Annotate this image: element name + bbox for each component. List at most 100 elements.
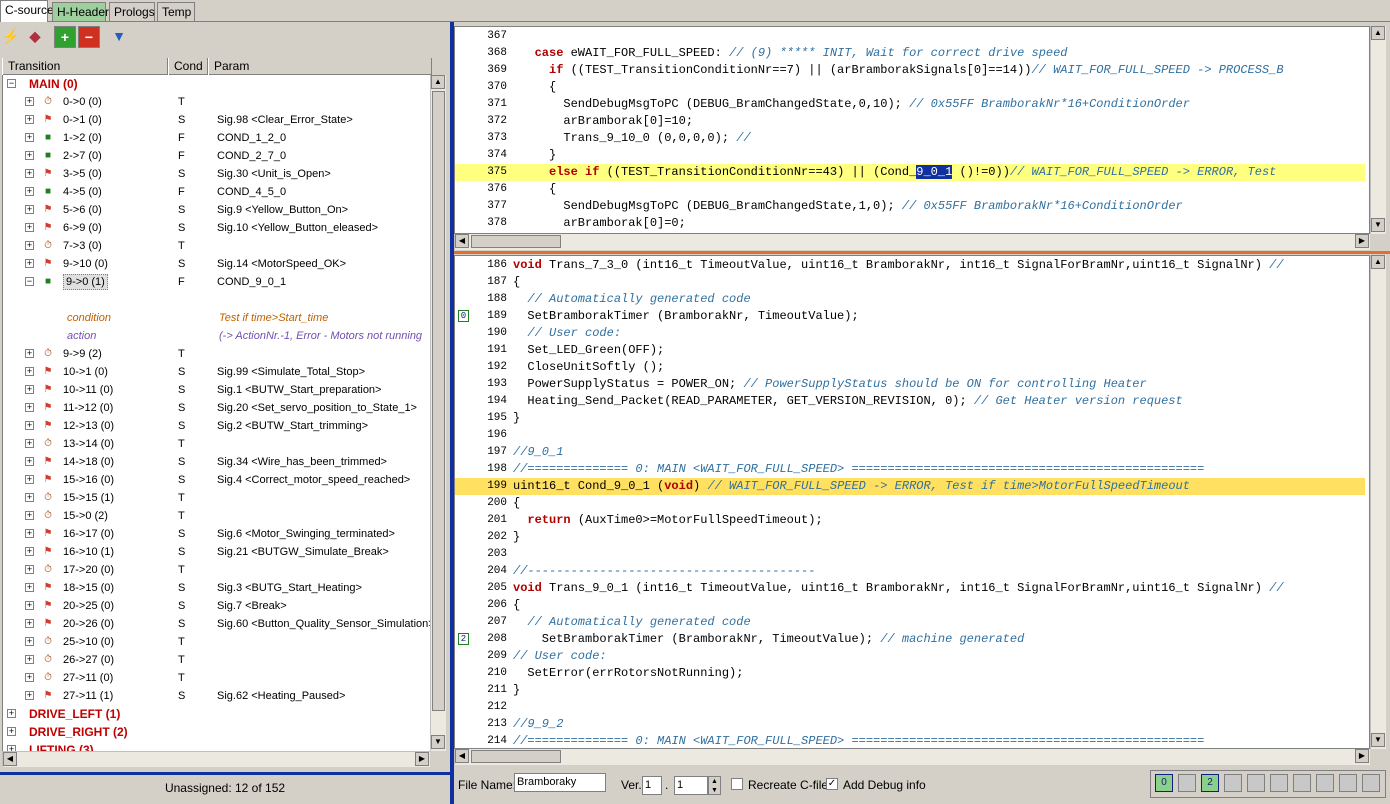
code-line[interactable]: 376 { xyxy=(455,181,1365,198)
scroll-up-icon[interactable]: ▲ xyxy=(431,75,445,89)
scroll-up-icon[interactable]: ▲ xyxy=(1371,26,1385,40)
scroll-down-icon[interactable]: ▼ xyxy=(1371,733,1385,747)
marker-button[interactable] xyxy=(1316,774,1334,792)
filter-icon[interactable]: ▼ xyxy=(108,26,130,48)
expand-toggle-icon[interactable]: + xyxy=(7,709,16,718)
expand-toggle-icon[interactable]: + xyxy=(25,511,34,520)
code-line[interactable]: 203 xyxy=(455,546,1365,563)
transition-tree[interactable]: − MAIN (0) + ⏱ 0->0 (0) T + ⚑ 0->1 (0) S Sig.98 <C… xyxy=(2,75,432,751)
scroll-right-icon[interactable]: ▶ xyxy=(1355,749,1369,763)
tree-row[interactable]: + DRIVE_LEFT (1) xyxy=(3,705,432,723)
scroll-right-icon[interactable]: ▶ xyxy=(1355,234,1369,248)
expand-toggle-icon[interactable]: + xyxy=(25,637,34,646)
scroll-down-icon[interactable]: ▼ xyxy=(431,735,445,749)
code-line[interactable]: 198 //============== 0: MAIN <WAIT_FOR_FU… xyxy=(455,461,1365,478)
horizontal-splitter[interactable] xyxy=(454,251,1390,254)
tab-h-header[interactable]: H-Header xyxy=(52,2,109,21)
code-line[interactable]: 192 CloseUnitSoftly (); xyxy=(455,359,1365,376)
code-line[interactable]: 371 SendDebugMsgToPC (DEBUG_BramChangedS… xyxy=(455,96,1365,113)
expand-toggle-icon[interactable]: + xyxy=(25,547,34,556)
expand-toggle-icon[interactable]: + xyxy=(25,421,34,430)
code-line[interactable]: 373 Trans_9_10_0 (0,0,0,0); // xyxy=(455,130,1365,147)
lightning-icon[interactable]: ⚡ xyxy=(0,26,22,48)
tree-row[interactable]: + ⚑ 5->6 (0) S Sig.9 <Yellow_Button_On> xyxy=(3,201,432,219)
expand-toggle-icon[interactable]: + xyxy=(25,493,34,502)
scroll-thumb[interactable] xyxy=(432,91,445,711)
marker-button[interactable] xyxy=(1224,774,1242,792)
scroll-left-icon[interactable]: ◀ xyxy=(455,234,469,248)
code-line[interactable]: 186 void Trans_7_3_0 (int16_t TimeoutValu… xyxy=(455,257,1365,274)
scroll-up-icon[interactable]: ▲ xyxy=(1371,255,1385,269)
tree-row[interactable]: + ⚑ 6->9 (0) S Sig.10 <Yellow_Button_eleased… xyxy=(3,219,432,237)
code-line[interactable]: 187 { xyxy=(455,274,1365,291)
code-line[interactable]: 377 SendDebugMsgToPC (DEBUG_BramChangedS… xyxy=(455,198,1365,215)
tree-row[interactable]: − ■ 9->0 (1) F COND_9_0_1 xyxy=(3,273,432,291)
tree-row[interactable]: + ⚑ 9->10 (0) S Sig.14 <MotorSpeed_OK> xyxy=(3,255,432,273)
code-line[interactable]: 370 { xyxy=(455,79,1365,96)
editor-top-horizontal-scrollbar[interactable]: ◀ ▶ xyxy=(454,234,1370,250)
expand-toggle-icon[interactable]: + xyxy=(25,439,34,448)
expand-toggle-icon[interactable]: + xyxy=(25,115,34,124)
code-line[interactable]: 188 // Automatically generated code xyxy=(455,291,1365,308)
tree-row[interactable]: + ⚑ 20->26 (0) S Sig.60 <Button_Quality_Sens… xyxy=(3,615,432,633)
expand-toggle-icon[interactable]: + xyxy=(25,259,34,268)
expand-toggle-icon[interactable]: + xyxy=(25,241,34,250)
add-icon[interactable]: + xyxy=(54,26,76,48)
code-line[interactable]: 199 uint16_t Cond_9_0_1 (void) // WAIT_FO… xyxy=(455,478,1365,495)
tree-row[interactable]: + ⏱ 26->27 (0) T xyxy=(3,651,432,669)
marker-button[interactable]: 0 xyxy=(1155,774,1173,792)
expand-toggle-icon[interactable]: + xyxy=(25,349,34,358)
version-minor-input[interactable]: 1 xyxy=(674,776,708,795)
tree-row[interactable]: + ⏱ 7->3 (0) T xyxy=(3,237,432,255)
expand-toggle-icon[interactable]: + xyxy=(25,583,34,592)
tree-row[interactable]: + ⚑ 27->11 (1) S Sig.62 <Heating_Paused> xyxy=(3,687,432,705)
file-name-input[interactable]: Bramboraky xyxy=(514,773,606,792)
expand-toggle-icon[interactable]: + xyxy=(25,619,34,628)
code-line[interactable]: 205 void Trans_9_0_1 (int16_t TimeoutValu… xyxy=(455,580,1365,597)
code-line[interactable]: 368 case eWAIT_FOR_FULL_SPEED: // (9) **… xyxy=(455,45,1365,62)
expand-toggle-icon[interactable]: + xyxy=(25,475,34,484)
tree-row[interactable]: + ⏱ 25->10 (0) T xyxy=(3,633,432,651)
code-line[interactable]: 195} xyxy=(455,410,1365,427)
code-line[interactable]: 197 //9_0_1 xyxy=(455,444,1365,461)
breakpoint-marker[interactable]: 2 xyxy=(458,633,469,645)
expand-toggle-icon[interactable]: + xyxy=(25,403,34,412)
code-line[interactable]: 213 //9_9_2 xyxy=(455,716,1365,733)
code-line[interactable]: 196 xyxy=(455,427,1365,444)
code-line[interactable]: 375 else if ((TEST_TransitionConditionNr… xyxy=(455,164,1365,181)
tree-row[interactable]: + ⏱ 15->15 (1) T xyxy=(3,489,432,507)
tree-row[interactable]: + ⚑ 16->17 (0) S Sig.6 <Motor_Swinging_termi… xyxy=(3,525,432,543)
expand-toggle-icon[interactable]: + xyxy=(25,601,34,610)
code-line[interactable]: 189 0 SetBramborakTimer (BramborakNr, Tim… xyxy=(455,308,1365,325)
tree-row[interactable]: + ⏱ 9->9 (2) T xyxy=(3,345,432,363)
marker-button[interactable] xyxy=(1362,774,1380,792)
tree-horizontal-scrollbar[interactable]: ◀ ▶ xyxy=(2,751,430,767)
expand-toggle-icon[interactable]: + xyxy=(25,133,34,142)
tab-prologs[interactable]: Prologs xyxy=(109,2,155,21)
tree-row[interactable]: + ⏱ 17->20 (0) T xyxy=(3,561,432,579)
code-line[interactable]: 201 return (AuxTime0>=MotorFullSpeedTime… xyxy=(455,512,1365,529)
expand-toggle-icon[interactable]: + xyxy=(25,151,34,160)
tree-row[interactable]: + ⚑ 0->1 (0) S Sig.98 <Clear_Error_State> xyxy=(3,111,432,129)
marker-button[interactable] xyxy=(1247,774,1265,792)
tree-row[interactable]: + ⏱ 27->11 (0) T xyxy=(3,669,432,687)
code-line[interactable]: 208 2 SetBramborakTimer (BramborakNr, Tim… xyxy=(455,631,1365,648)
expand-toggle-icon[interactable]: + xyxy=(25,205,34,214)
tree-row[interactable]: − MAIN (0) xyxy=(3,75,432,93)
expand-toggle-icon[interactable]: + xyxy=(25,367,34,376)
tree-row[interactable]: + ⚑ 3->5 (0) S Sig.30 <Unit_is_Open> xyxy=(3,165,432,183)
marker-button[interactable] xyxy=(1270,774,1288,792)
code-line[interactable]: 202} xyxy=(455,529,1365,546)
tree-row[interactable]: + ⚑ 20->25 (0) S Sig.7 <Break> xyxy=(3,597,432,615)
code-line[interactable]: 367 xyxy=(455,28,1365,45)
code-line[interactable]: 214 //============== 0: MAIN <WAIT_FOR_FU… xyxy=(455,733,1365,748)
eraser-icon[interactable]: ◆ xyxy=(24,26,46,48)
expand-toggle-icon[interactable]: + xyxy=(25,169,34,178)
expand-toggle-icon[interactable]: + xyxy=(25,565,34,574)
tab-temp[interactable]: Temp xyxy=(157,2,195,21)
code-line[interactable]: 374 } xyxy=(455,147,1365,164)
tree-row[interactable]: condition Test if time>Start_time xyxy=(3,309,432,327)
tree-row[interactable] xyxy=(3,291,432,309)
version-spinner[interactable]: ▲ ▼ xyxy=(708,776,721,795)
code-line[interactable]: 200 { xyxy=(455,495,1365,512)
